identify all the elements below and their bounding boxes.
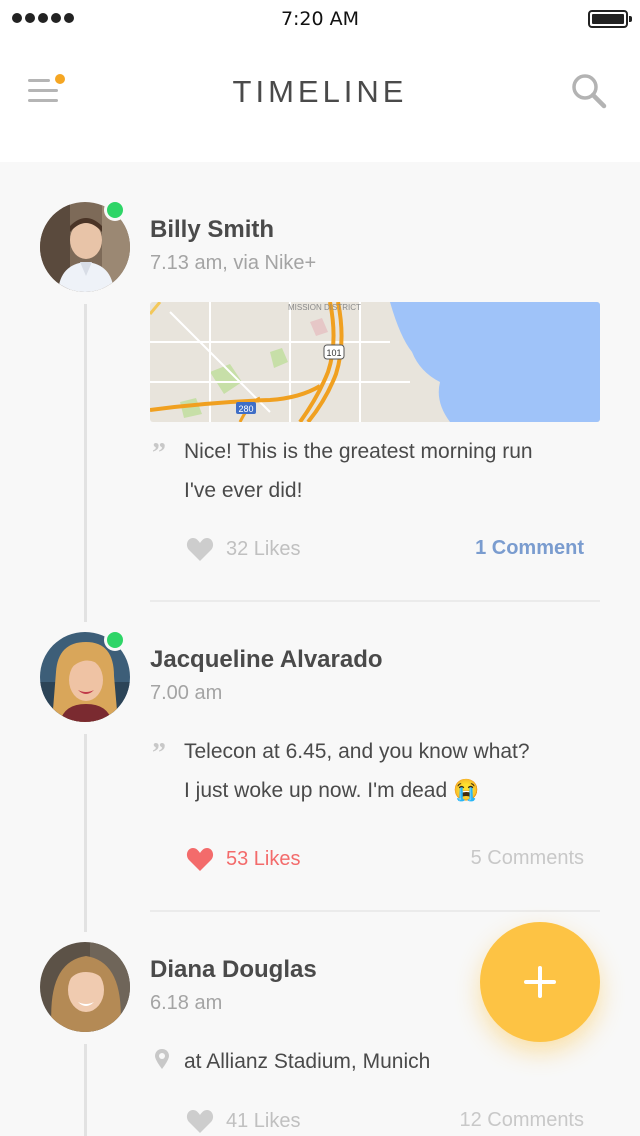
add-post-button[interactable]	[480, 922, 600, 1042]
comments-link[interactable]: 12 Comments	[460, 1109, 585, 1132]
like-button[interactable]: 41 Likes	[186, 1108, 301, 1134]
avatar[interactable]	[40, 942, 130, 1032]
location-pin-icon	[155, 1049, 169, 1069]
timeline-connector	[84, 1044, 87, 1136]
post-author-name[interactable]: Diana Douglas	[150, 956, 317, 984]
post-timestamp: 6.18 am	[150, 992, 223, 1014]
heart-icon	[186, 1110, 214, 1133]
like-count: 41 Likes	[226, 1109, 301, 1132]
post-location[interactable]: at Allianz Stadium, Munich	[184, 1042, 604, 1081]
